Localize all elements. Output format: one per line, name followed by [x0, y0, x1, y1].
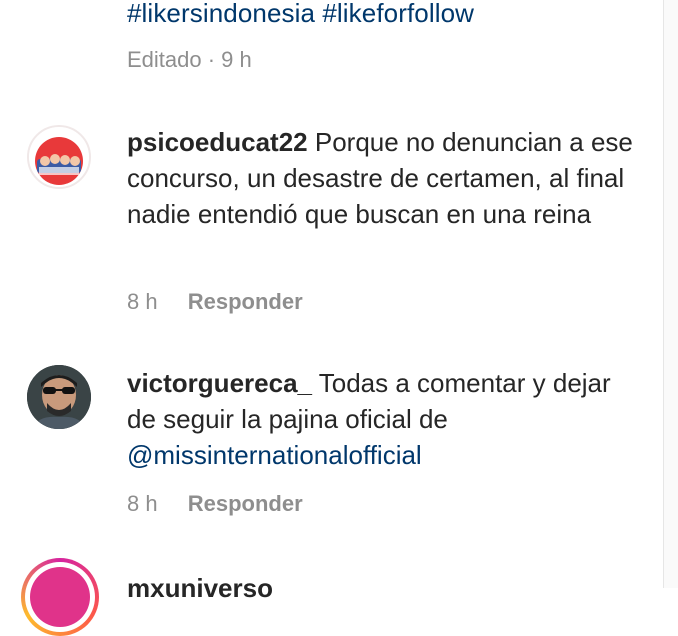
comment-time: 8 h — [127, 289, 158, 314]
avatar-photo-icon — [27, 365, 91, 429]
comment-text: psicoeducat22 Porque no denuncian a ese … — [127, 124, 642, 232]
comment-meta-edited: Editado · 9 h — [127, 47, 252, 72]
comment-text: victorguereca_ Todas a comentar y dejar … — [127, 365, 642, 473]
mention-link[interactable]: @missinternationalofficial — [127, 440, 422, 470]
comment-text: mxuniverso — [127, 570, 642, 606]
reply-button[interactable]: Responder — [188, 289, 303, 314]
avatar-illustration-icon — [29, 127, 89, 187]
comment-username[interactable]: mxuniverso — [127, 573, 273, 603]
avatar[interactable] — [27, 365, 91, 429]
comment-meta: 8 h Responder — [127, 289, 303, 315]
avatar[interactable] — [27, 125, 91, 189]
comment-username[interactable]: victorguereca_ — [127, 368, 312, 398]
comment-meta: 8 h Responder — [127, 491, 303, 517]
hashtags-link[interactable]: #likersindonesia #likeforfollow — [127, 0, 474, 29]
scrollbar[interactable] — [663, 0, 678, 588]
reply-button[interactable]: Responder — [188, 491, 303, 516]
avatar[interactable] — [30, 567, 90, 627]
comment-time: 8 h — [127, 491, 158, 516]
comment-username[interactable]: psicoeducat22 — [127, 127, 308, 157]
